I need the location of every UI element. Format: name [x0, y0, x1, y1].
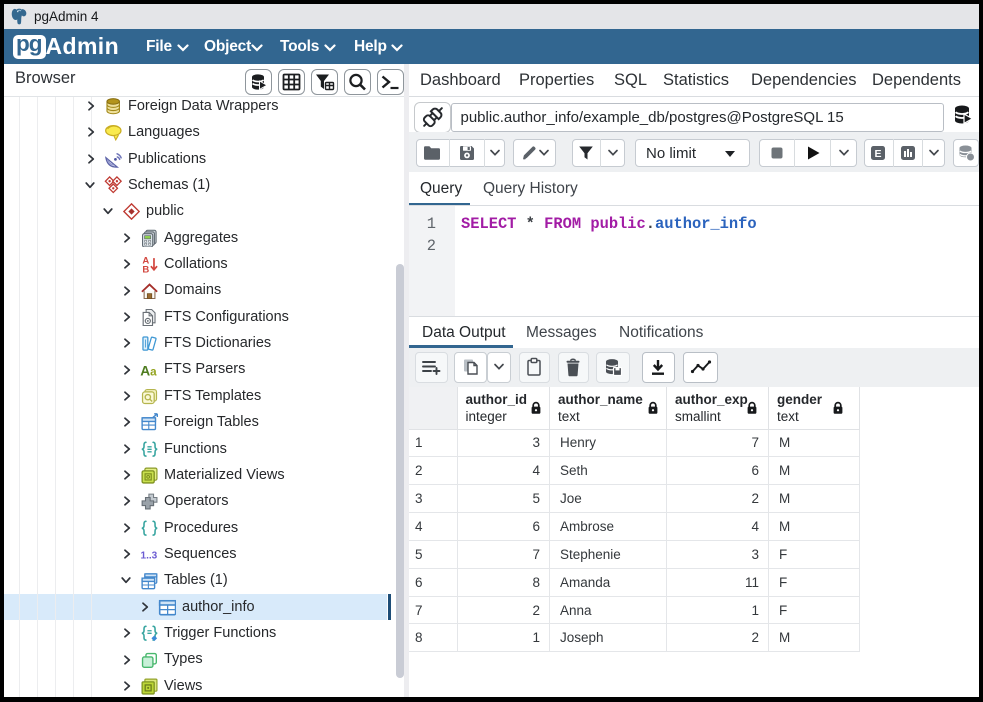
svg-text:E: E [875, 148, 882, 160]
